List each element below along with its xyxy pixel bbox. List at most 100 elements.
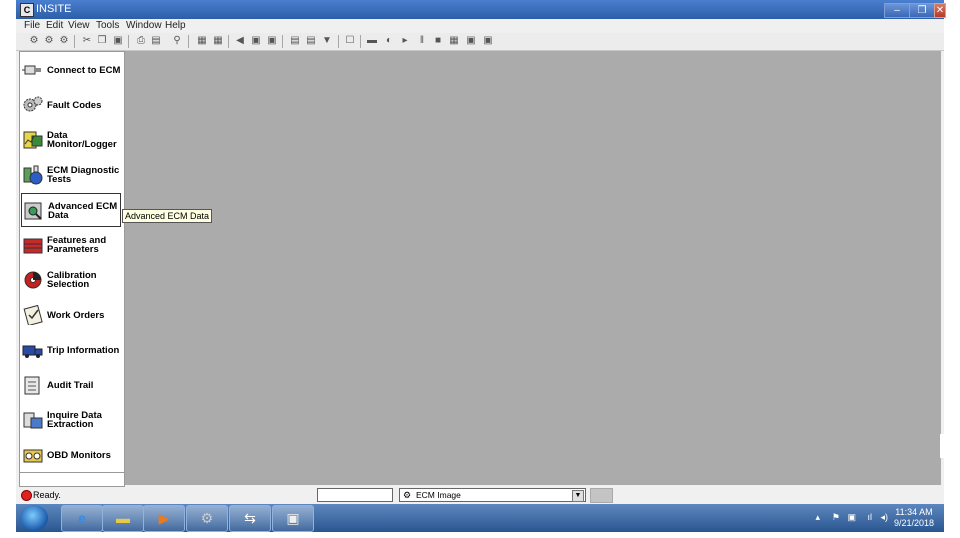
disc-icon <box>24 271 42 289</box>
media-player-icon[interactable]: ▶ <box>143 505 185 532</box>
image-select[interactable]: ⚙ ECM Image ▼ <box>399 488 586 502</box>
grid-icon[interactable]: ▦ <box>448 35 460 47</box>
teamviewer-icon[interactable]: ⇆ <box>229 505 271 532</box>
calendar-icon[interactable]: ▦ <box>212 35 224 47</box>
clock[interactable]: 11:34 AM 9/21/2018 <box>894 507 934 529</box>
sidebar-item-label: Inquire Data Extraction <box>47 410 102 430</box>
control-panel-icon[interactable]: ⚙ <box>186 505 228 532</box>
toolbar-separator <box>188 35 189 48</box>
new-icon[interactable]: ☐ <box>344 35 356 47</box>
truck-icon <box>22 345 43 358</box>
sidebar-item-inquire-data-extraction[interactable]: Inquire Data Extraction <box>21 403 121 437</box>
image-select-value: ECM Image <box>416 490 461 500</box>
menu-view[interactable]: View <box>68 20 90 31</box>
navigation-sidebar: Connect to ECM Fault Codes Data Monitor/… <box>19 51 125 487</box>
flask-icon <box>23 165 43 185</box>
import-icon[interactable]: ▣ <box>482 35 494 47</box>
scroll-indicator[interactable] <box>940 434 944 458</box>
title-bar[interactable]: C INSITE ‒ ❐ ✕ <box>16 0 946 19</box>
record-icon[interactable]: ◐ <box>383 35 395 47</box>
export-icon[interactable]: ▣ <box>465 35 477 47</box>
monitor-logger-icon <box>23 131 43 149</box>
menu-window[interactable]: Window <box>126 20 162 31</box>
status-text: Ready. <box>33 490 61 500</box>
obd-icon <box>23 449 43 463</box>
sidebar-item-label: Data Monitor/Logger <box>47 130 117 150</box>
disconnect-icon[interactable]: ⚙ <box>43 35 55 47</box>
paste-icon[interactable]: ▣ <box>112 35 124 47</box>
sidebar-item-connect-to-ecm[interactable]: Connect to ECM <box>21 53 121 87</box>
play-icon[interactable]: ▸ <box>399 35 411 47</box>
insite-icon[interactable]: ▣ <box>272 505 314 532</box>
sidebar-item-data-monitor-logger[interactable]: Data Monitor/Logger <box>21 123 121 157</box>
signal-icon[interactable]: ıl <box>868 512 873 522</box>
magnifier-chip-icon <box>24 202 42 220</box>
menu-tools[interactable]: Tools <box>96 20 119 31</box>
sidebar-item-label: Trip Information <box>47 344 120 356</box>
cut-icon[interactable]: ✂ <box>81 35 93 47</box>
sidebar-item-work-orders[interactable]: Work Orders <box>21 298 121 332</box>
sidebar-item-ecm-diagnostic-tests[interactable]: ECM Diagnostic Tests <box>21 158 121 192</box>
print-icon[interactable]: ⎙ <box>135 35 147 47</box>
connect-icon[interactable]: ⚙ <box>28 35 40 47</box>
sidebar-item-label: Fault Codes <box>47 99 102 111</box>
monitor-icon[interactable]: ▬ <box>366 35 378 47</box>
restore-button[interactable]: ❐ <box>909 3 935 18</box>
print-preview-icon[interactable]: ▤ <box>150 35 162 47</box>
status-slider[interactable] <box>317 488 393 502</box>
status-panel <box>590 488 613 503</box>
properties-icon[interactable]: ▦ <box>196 35 208 47</box>
toolbar-separator <box>228 35 229 48</box>
toolbox-icon <box>23 238 43 254</box>
speaker-icon[interactable]: ◂) <box>880 512 888 523</box>
sidebar-item-obd-monitors[interactable]: OBD Monitors <box>21 438 121 472</box>
start-button[interactable] <box>20 505 48 531</box>
clock-date: 9/21/2018 <box>893 518 934 528</box>
find-icon[interactable]: ⚲ <box>171 35 183 47</box>
ie-icon[interactable]: e <box>61 505 103 532</box>
minimize-button[interactable]: ‒ <box>884 3 910 18</box>
chevron-down-icon[interactable]: ▼ <box>572 490 584 502</box>
sidebar-item-label: Features and Parameters <box>47 235 107 255</box>
main-workspace <box>125 51 941 485</box>
save-icon[interactable]: ▣ <box>266 35 278 47</box>
sidebar-item-advanced-ecm-data[interactable]: Advanced ECM Data <box>21 193 121 227</box>
sidebar-item-audit-trail[interactable]: Audit Trail <box>21 368 121 402</box>
document-icon <box>24 376 40 395</box>
toolbar: ⚙ ⚙ ⚙ ✂ ❐ ▣ ⎙ ▤ ⚲ ▦ ▦ ◀ ▣ ▣ ▤ ▤ ▼ ☐ ▬ ◐ … <box>16 33 944 51</box>
clock-time: 11:34 AM <box>895 507 933 517</box>
sidebar-item-fault-codes[interactable]: Fault Codes <box>21 88 121 122</box>
copy-icon[interactable]: ❐ <box>96 35 108 47</box>
gears-icon <box>23 96 43 112</box>
insite-app-icon[interactable]: C <box>20 3 34 17</box>
toolbar-separator <box>282 35 283 48</box>
reconnect-icon[interactable]: ⚙ <box>58 35 70 47</box>
stop-icon[interactable]: ■ <box>432 35 444 47</box>
toolbar-separator <box>74 35 75 48</box>
network-drive-icon[interactable]: ▣ <box>847 512 856 523</box>
open-icon[interactable]: ▤ <box>305 35 317 47</box>
close-button[interactable]: ✕ <box>934 3 946 18</box>
doc-icon[interactable]: ▤ <box>289 35 301 47</box>
toolbar-separator <box>360 35 361 48</box>
back-icon[interactable]: ◀ <box>234 35 246 47</box>
pause-icon[interactable]: ‖ <box>416 35 428 47</box>
sidebar-item-features-and-parameters[interactable]: Features and Parameters <box>21 228 121 262</box>
tooltip: Advanced ECM Data <box>122 209 213 223</box>
menu-bar: File Edit View Tools Window Help <box>16 19 944 33</box>
explorer-icon[interactable]: ▬ <box>102 505 144 532</box>
menu-edit[interactable]: Edit <box>46 20 63 31</box>
sidebar-item-label: ECM Diagnostic Tests <box>47 165 120 185</box>
sidebar-item-trip-information[interactable]: Trip Information <box>21 333 121 367</box>
menu-help[interactable]: Help <box>165 20 186 31</box>
sidebar-item-label: OBD Monitors <box>47 449 111 461</box>
filter-icon[interactable]: ▼ <box>321 35 333 47</box>
flag-icon[interactable]: ⚑ <box>832 512 840 523</box>
status-indicator-icon <box>21 490 32 501</box>
toolbar-separator <box>128 35 129 48</box>
menu-file[interactable]: File <box>24 20 40 31</box>
chevron-up-icon[interactable]: ▴ <box>815 512 820 523</box>
refresh-icon[interactable]: ▣ <box>250 35 262 47</box>
sidebar-item-calibration-selection[interactable]: Calibration Selection <box>21 263 121 297</box>
sidebar-item-label: Calibration Selection <box>47 270 97 290</box>
